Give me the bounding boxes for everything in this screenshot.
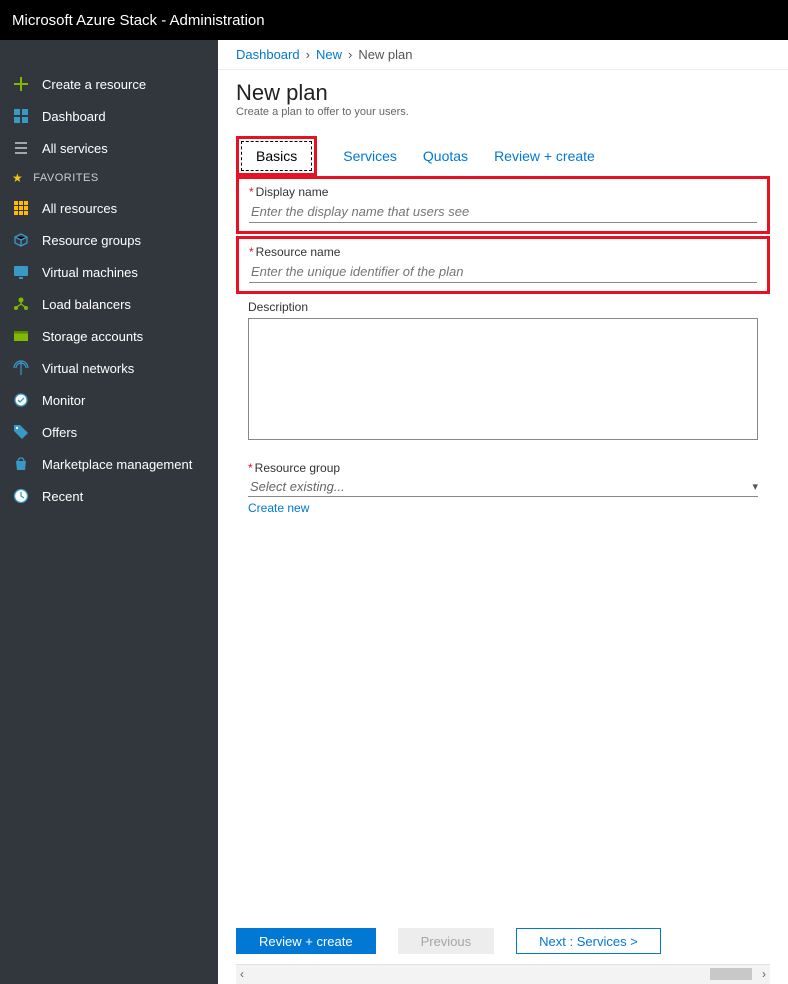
display-name-label: *Display name <box>249 185 757 199</box>
load-balancer-icon <box>12 296 30 312</box>
chevron-right-icon: › <box>348 47 352 62</box>
star-icon: ★ <box>12 171 23 185</box>
review-create-button[interactable]: Review + create <box>236 928 376 954</box>
breadcrumb-dashboard[interactable]: Dashboard <box>236 47 300 62</box>
sidebar-item-offers[interactable]: Offers <box>0 416 218 448</box>
sidebar-item-label: Offers <box>42 425 77 440</box>
previous-button: Previous <box>398 928 495 954</box>
sidebar-item-label: Storage accounts <box>42 329 143 344</box>
sidebar-item-label: Load balancers <box>42 297 131 312</box>
sidebar-item-resource-groups[interactable]: Resource groups <box>0 224 218 256</box>
resource-group-select[interactable]: Select existing... ▾ <box>248 477 758 497</box>
sidebar-item-marketplace[interactable]: Marketplace management <box>0 448 218 480</box>
resource-group-label: *Resource group <box>248 461 758 475</box>
sidebar-item-label: Recent <box>42 489 83 504</box>
tab-services[interactable]: Services <box>343 144 397 168</box>
sidebar-item-all-resources[interactable]: All resources <box>0 192 218 224</box>
sidebar-item-label: Virtual machines <box>42 265 138 280</box>
grid-icon <box>12 200 30 216</box>
display-name-input[interactable] <box>249 201 757 223</box>
sidebar-item-label: Virtual networks <box>42 361 134 376</box>
description-input[interactable] <box>248 318 758 440</box>
resource-name-input[interactable] <box>249 261 757 283</box>
tab-quotas[interactable]: Quotas <box>423 144 468 168</box>
network-icon <box>12 360 30 376</box>
breadcrumb: Dashboard › New › New plan <box>218 40 788 70</box>
sidebar-create-resource[interactable]: Create a resource <box>0 68 218 100</box>
vm-icon <box>12 264 30 280</box>
sidebar-dashboard[interactable]: Dashboard <box>0 100 218 132</box>
list-icon <box>12 140 30 156</box>
create-new-link[interactable]: Create new <box>248 501 309 515</box>
scroll-right-icon[interactable]: › <box>762 967 766 981</box>
bag-icon <box>12 456 30 472</box>
scrollbar-thumb[interactable] <box>710 968 752 980</box>
scroll-left-icon[interactable]: ‹ <box>240 967 244 981</box>
sidebar-item-label: All resources <box>42 201 117 216</box>
chevron-down-icon: ▾ <box>752 480 758 493</box>
breadcrumb-new[interactable]: New <box>316 47 342 62</box>
sidebar-item-label: Resource groups <box>42 233 141 248</box>
sidebar-item-label: Marketplace management <box>42 457 192 472</box>
dashboard-icon <box>12 108 30 124</box>
next-services-button[interactable]: Next : Services > <box>516 928 661 954</box>
sidebar-item-label: Create a resource <box>42 77 146 92</box>
chevron-right-icon: › <box>306 47 310 62</box>
sidebar-item-recent[interactable]: Recent <box>0 480 218 512</box>
monitor-icon <box>12 392 30 408</box>
tab-review-create[interactable]: Review + create <box>494 144 595 168</box>
tab-basics[interactable]: Basics <box>241 141 312 171</box>
sidebar-item-storage-accounts[interactable]: Storage accounts <box>0 320 218 352</box>
description-label: Description <box>248 300 758 314</box>
breadcrumb-current: New plan <box>358 47 412 62</box>
storage-icon <box>12 328 30 344</box>
sidebar-item-virtual-machines[interactable]: Virtual machines <box>0 256 218 288</box>
sidebar-all-services[interactable]: All services <box>0 132 218 164</box>
app-title: Microsoft Azure Stack - Administration <box>12 12 265 29</box>
sidebar-item-monitor[interactable]: Monitor <box>0 384 218 416</box>
top-bar: Microsoft Azure Stack - Administration <box>0 0 788 40</box>
sidebar-item-load-balancers[interactable]: Load balancers <box>0 288 218 320</box>
sidebar-item-label: All services <box>42 141 108 156</box>
sidebar-collapse-button[interactable] <box>0 40 218 68</box>
highlight-basics-tab: Basics <box>236 136 317 176</box>
sidebar-item-virtual-networks[interactable]: Virtual networks <box>0 352 218 384</box>
resource-name-label: *Resource name <box>249 245 757 259</box>
sidebar-item-label: Dashboard <box>42 109 106 124</box>
clock-icon <box>12 488 30 504</box>
sidebar: Create a resource Dashboard All services… <box>0 40 218 984</box>
plus-icon <box>12 76 30 92</box>
wizard-tabs: Basics Services Quotas Review + create <box>236 136 770 176</box>
sidebar-item-label: Monitor <box>42 393 85 408</box>
cube-icon <box>12 232 30 248</box>
wizard-footer: Review + create Previous Next : Services… <box>236 918 770 964</box>
page-title: New plan <box>236 80 770 106</box>
tag-icon <box>12 424 30 440</box>
horizontal-scrollbar[interactable]: ‹ › <box>236 964 770 984</box>
favorites-header: ★ FAVORITES <box>0 164 218 192</box>
page-subtitle: Create a plan to offer to your users. <box>236 106 770 118</box>
highlight-display-name: *Display name <box>236 176 770 234</box>
highlight-resource-name: *Resource name <box>236 236 770 294</box>
